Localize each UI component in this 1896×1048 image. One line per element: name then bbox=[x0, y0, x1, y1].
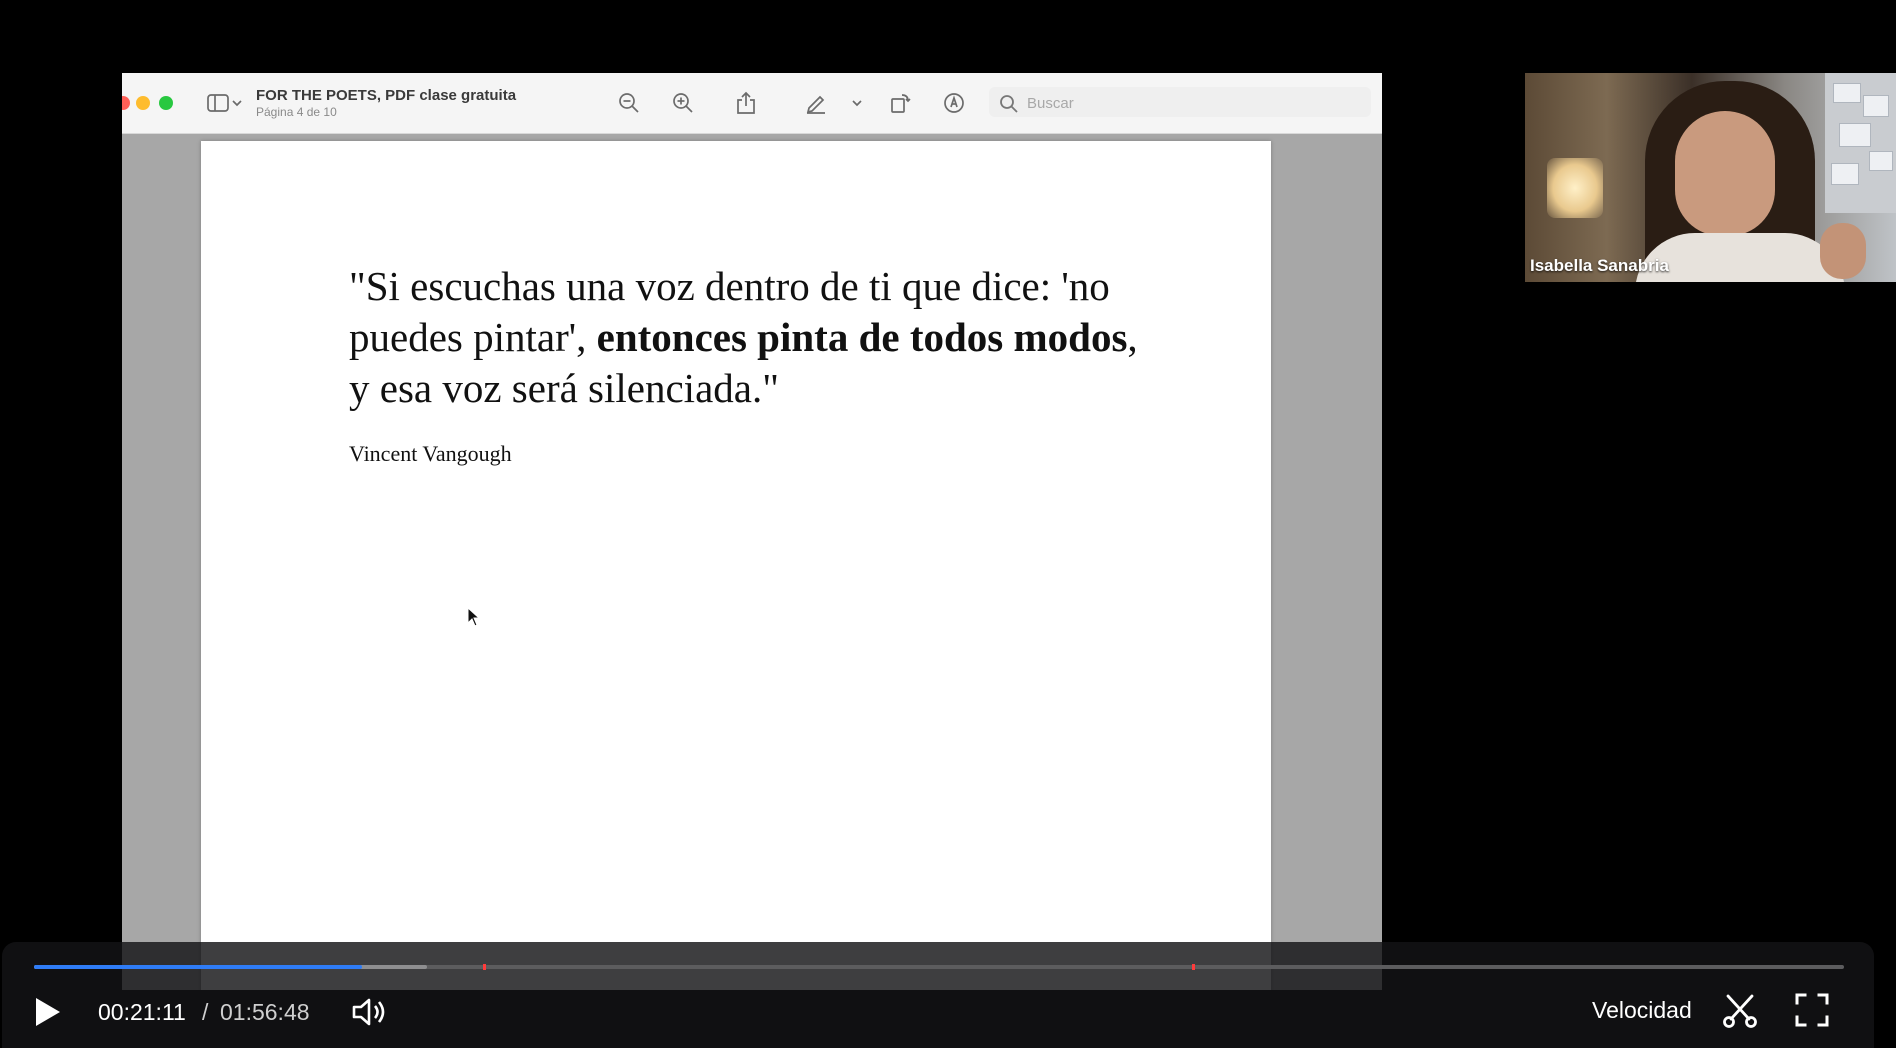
clip-button[interactable] bbox=[1722, 992, 1758, 1030]
current-time: 00:21:11 bbox=[98, 999, 186, 1025]
markup-button[interactable] bbox=[940, 89, 968, 117]
play-button[interactable] bbox=[30, 994, 64, 1030]
zoom-in-button[interactable] bbox=[669, 89, 697, 117]
scissors-icon bbox=[1723, 994, 1757, 1028]
zoom-out-button[interactable] bbox=[615, 89, 643, 117]
highlight-options-button[interactable] bbox=[848, 89, 866, 117]
share-button[interactable] bbox=[732, 89, 760, 117]
sidebar-toggle-button[interactable] bbox=[202, 89, 246, 117]
volume-icon bbox=[352, 998, 385, 1026]
progress-bar[interactable] bbox=[34, 964, 1844, 970]
background-lamp bbox=[1547, 158, 1603, 218]
progress-played bbox=[34, 965, 362, 969]
volume-button[interactable] bbox=[350, 994, 390, 1030]
participant-video[interactable]: Isabella Sanabria bbox=[1525, 73, 1896, 282]
zoom-in-icon bbox=[673, 93, 693, 113]
person-hand bbox=[1820, 223, 1866, 279]
pdf-viewer-window: FOR THE POETS, PDF clase gratuita Página… bbox=[122, 73, 1382, 990]
highlight-pen-icon bbox=[806, 95, 825, 114]
search-icon bbox=[1000, 95, 1018, 113]
fullscreen-icon bbox=[1795, 993, 1829, 1027]
search-field[interactable] bbox=[989, 87, 1371, 117]
background-board bbox=[1825, 73, 1896, 213]
markup-icon bbox=[944, 93, 964, 113]
pdf-toolbar: FOR THE POETS, PDF clase gratuita Página… bbox=[122, 73, 1382, 134]
participant-name-label: Isabella Sanabria bbox=[1530, 256, 1669, 275]
play-icon bbox=[36, 998, 60, 1026]
share-icon bbox=[737, 91, 755, 114]
fullscreen-button[interactable] bbox=[1794, 992, 1830, 1028]
person-face bbox=[1675, 111, 1775, 236]
sidebar-toggle-icon bbox=[206, 94, 229, 112]
pdf-page: "Si escuchas una voz dentro de ti que di… bbox=[201, 141, 1271, 990]
total-time: 01:56:48 bbox=[220, 999, 310, 1025]
highlight-button[interactable] bbox=[802, 89, 830, 117]
zoom-out-icon bbox=[619, 93, 639, 113]
quote-author: Vincent Vangough bbox=[349, 441, 512, 466]
chevron-down-icon bbox=[231, 100, 242, 107]
window-close-button[interactable] bbox=[122, 96, 130, 110]
search-input[interactable] bbox=[1025, 91, 1359, 115]
time-separator: / bbox=[202, 999, 209, 1025]
progress-marker[interactable] bbox=[482, 964, 486, 970]
rotate-icon bbox=[891, 94, 911, 113]
window-maximize-button[interactable] bbox=[159, 96, 173, 110]
speed-button[interactable]: Velocidad bbox=[1592, 997, 1692, 1024]
mouse-cursor-icon bbox=[467, 607, 481, 627]
page-indicator: Página 4 de 10 bbox=[256, 105, 337, 119]
quote-text: "Si escuchas una voz dentro de ti que di… bbox=[349, 261, 1149, 414]
document-title: FOR THE POETS, PDF clase gratuita bbox=[256, 87, 517, 104]
player-control-bar: 00:21:11 / 01:56:48 Velocidad bbox=[2, 942, 1874, 1048]
progress-marker[interactable] bbox=[1192, 964, 1196, 970]
quote-bold: entonces pinta de todos modos bbox=[596, 314, 1128, 360]
rotate-button[interactable] bbox=[886, 89, 914, 117]
window-minimize-button[interactable] bbox=[136, 96, 150, 110]
chevron-down-icon bbox=[852, 100, 862, 107]
